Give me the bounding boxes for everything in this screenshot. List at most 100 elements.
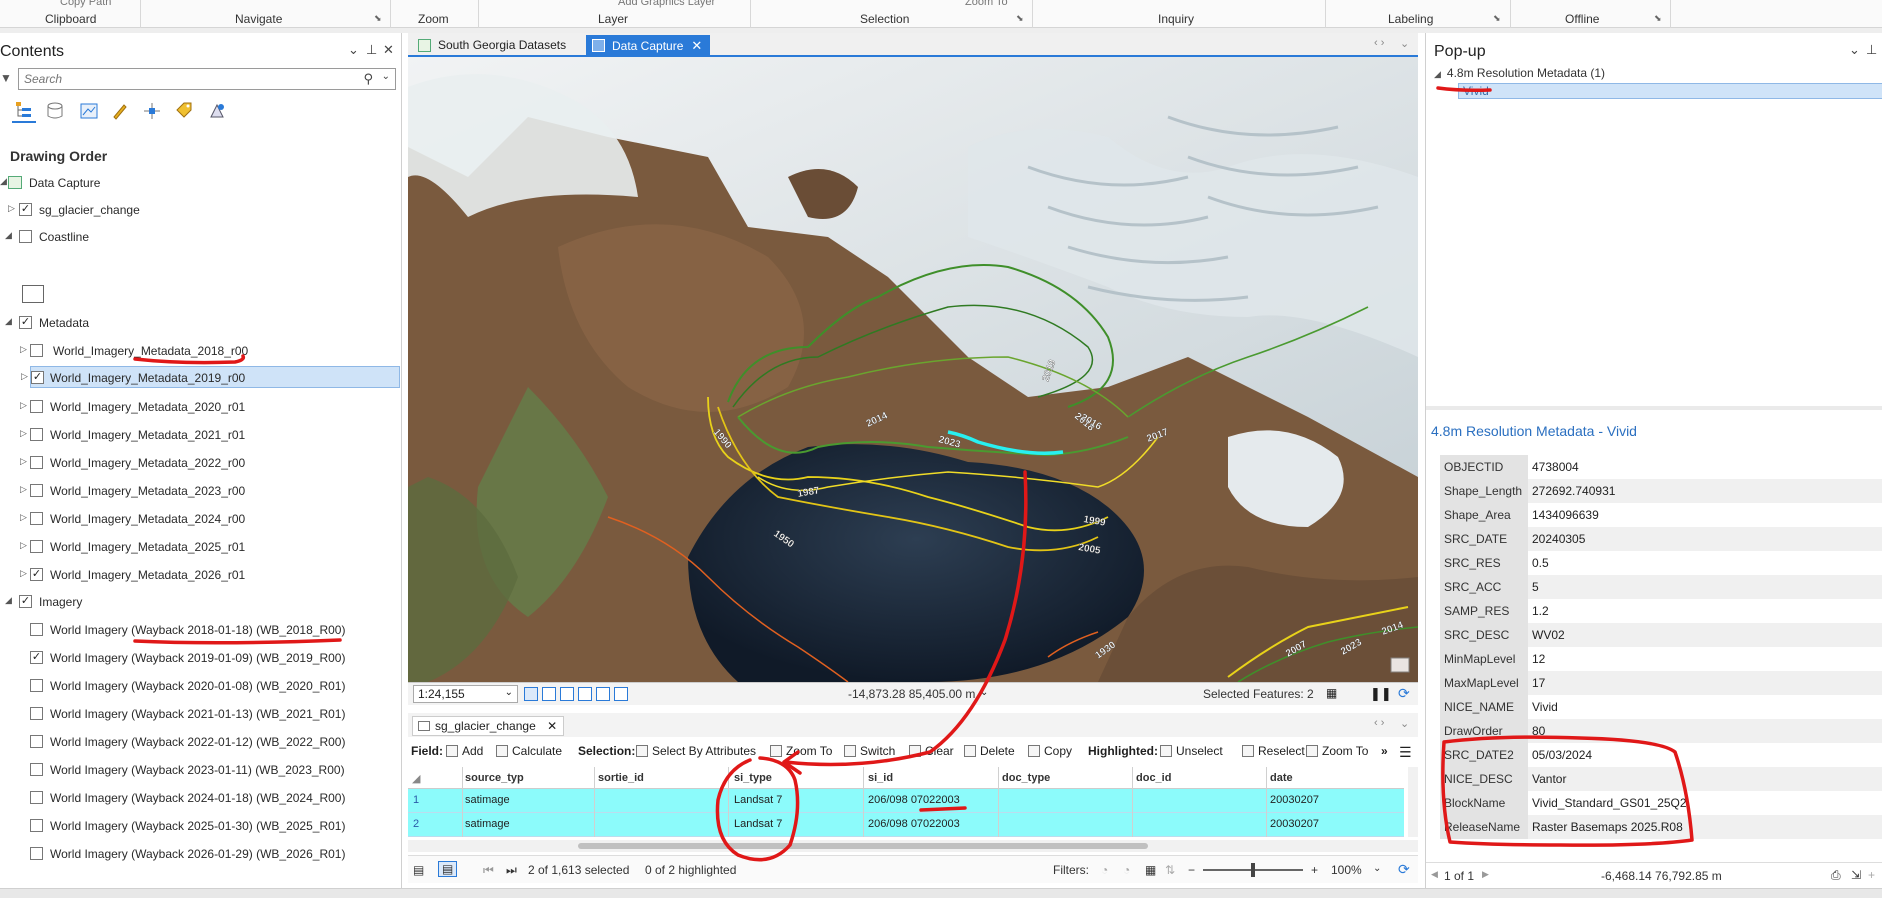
toc-layer-glacier[interactable]: ▷ ✓ sg_glacier_change [0, 199, 402, 221]
toc-group-imagery[interactable]: ◢ ✓ Imagery [0, 591, 402, 613]
reselect-button[interactable]: Reselect [1242, 744, 1305, 758]
toc-layer-coastline[interactable]: ◢ Coastline [0, 226, 402, 248]
toc-metadata-item[interactable]: ▷ World_Imagery_Metadata_2025_r01 [0, 536, 402, 558]
map-view[interactable]: 2014 2019 2018 2016 2017 2023 1987 1999 … [408, 57, 1418, 682]
list-by-selection-icon[interactable] [77, 99, 101, 123]
checkbox[interactable] [30, 428, 43, 441]
row-number[interactable]: 1 [413, 794, 419, 806]
collapse-caret-icon[interactable]: ▷ [20, 400, 27, 411]
popup-feature-node[interactable]: Vivid [1458, 83, 1882, 99]
filter-icon[interactable]: ▼ [0, 71, 12, 85]
checkbox[interactable] [30, 456, 43, 469]
toc-metadata-item[interactable]: ▷ World_Imagery_Metadata_2023_r00 [0, 480, 402, 502]
list-by-snapping-icon[interactable] [140, 99, 164, 123]
grid-toggle-icon[interactable] [524, 687, 538, 701]
close-icon[interactable]: ✕ [547, 719, 557, 733]
table-view-icon[interactable]: ▤ [413, 863, 424, 877]
table-row[interactable]: 1 satimage Landsat 7 206/098 07022003 20… [408, 789, 1404, 813]
row-number[interactable]: 2 [413, 818, 419, 830]
zoom-out-icon[interactable]: − [1188, 863, 1195, 877]
checkbox[interactable] [30, 847, 43, 860]
zoom-slider[interactable] [1203, 863, 1303, 877]
selected-features-count[interactable]: Selected Features: 2 [1203, 687, 1314, 701]
tab-prev-icon[interactable]: ‹ › [1374, 717, 1384, 729]
table-cell[interactable]: satimage [465, 818, 510, 830]
checkbox[interactable] [30, 400, 43, 413]
filter-selection-icon[interactable]: ◔ [1123, 863, 1130, 877]
chevron-down-icon[interactable]: ⌄ [382, 71, 390, 82]
list-by-drawing-order-icon[interactable] [12, 99, 36, 123]
toc-metadata-item[interactable]: ▷ World_Imagery_Metadata_2024_r00 [0, 508, 402, 530]
clear-button[interactable]: Clear [909, 744, 954, 758]
toc-map-data-capture[interactable]: ◢ Data Capture [0, 172, 402, 194]
selected-view-icon[interactable]: ▤ [438, 861, 458, 877]
toc-metadata-item[interactable]: ▷ World_Imagery_Metadata_2021_r01 [0, 424, 402, 446]
popup-divider[interactable] [1426, 406, 1882, 410]
checkbox[interactable] [30, 679, 43, 692]
checkbox[interactable]: ✓ [30, 568, 43, 581]
previous-feature-icon[interactable]: ◀ [1431, 869, 1438, 880]
dialog-launcher-icon[interactable]: ⬊ [1016, 13, 1024, 24]
close-icon[interactable]: ✕ [691, 38, 702, 53]
search-icon[interactable]: ⚲ [363, 71, 373, 87]
select-by-attributes-button[interactable]: Select By Attributes [636, 744, 756, 758]
horizontal-scrollbar[interactable] [408, 840, 1418, 852]
constraint-icon[interactable] [578, 687, 592, 701]
collapse-caret-icon[interactable]: ▷ [20, 456, 27, 467]
table-cell[interactable]: 20030207 [1270, 794, 1319, 806]
column-header[interactable]: source_typ [465, 772, 524, 784]
coastline-symbol-swatch[interactable] [22, 285, 44, 303]
calculate-button[interactable]: Calculate [496, 744, 562, 758]
navigation-icon[interactable] [596, 687, 610, 701]
pin-icon[interactable]: ⊥ [1866, 42, 1877, 58]
table-cell[interactable]: 20030207 [1270, 818, 1319, 830]
tab-data-capture[interactable]: Data Capture ✕ [586, 35, 711, 56]
toc-imagery-item[interactable]: World Imagery (Wayback 2024-01-18) (WB_2… [0, 787, 402, 809]
toc-imagery-item[interactable]: ✓ World Imagery (Wayback 2019-01-09) (WB… [0, 647, 402, 669]
unselect-button[interactable]: Unselect [1160, 744, 1223, 758]
table-cell[interactable]: 206/098 07022003 [868, 818, 960, 830]
more-icon[interactable]: » [1381, 744, 1388, 758]
tab-list-icon[interactable]: ⌄ [1400, 717, 1409, 730]
toc-imagery-item[interactable]: World Imagery (Wayback 2020-01-08) (WB_2… [0, 675, 402, 697]
column-header[interactable]: doc_type [1002, 772, 1050, 784]
expand-caret-icon[interactable]: ◢ [5, 230, 12, 241]
popup-layer-node[interactable]: ◢ 4.8m Resolution Metadata (1) [1434, 66, 1605, 80]
map-tips-icon[interactable] [1390, 657, 1410, 673]
search-input[interactable] [19, 69, 339, 89]
pane-options-icon[interactable]: ⌄ [348, 42, 359, 58]
toc-imagery-item[interactable]: World Imagery (Wayback 2022-01-12) (WB_2… [0, 731, 402, 753]
checkbox[interactable] [19, 230, 32, 243]
delete-button[interactable]: Delete [964, 744, 1015, 758]
add-field-button[interactable]: Add [446, 744, 483, 758]
checkbox[interactable]: ✓ [19, 595, 32, 608]
list-by-editing-icon[interactable] [108, 99, 132, 123]
collapse-caret-icon[interactable]: ▷ [20, 512, 27, 523]
column-header[interactable]: si_id [868, 772, 893, 784]
column-header[interactable]: doc_id [1136, 772, 1171, 784]
checkbox[interactable] [30, 512, 43, 525]
checkbox[interactable] [30, 791, 43, 804]
refresh-options-icon[interactable] [614, 687, 628, 701]
copy-path-faded[interactable]: Copy Path [60, 0, 111, 8]
sort-icon[interactable]: ⇅ [1165, 863, 1175, 877]
checkbox[interactable]: ✓ [31, 371, 44, 384]
table-cell[interactable]: satimage [465, 794, 510, 806]
checkbox[interactable] [30, 623, 43, 636]
table-row[interactable]: 2 satimage Landsat 7 206/098 07022003 20… [408, 813, 1404, 837]
toc-metadata-item-selected[interactable]: ▷ ✓ World_Imagery_Metadata_2019_r00 [21, 366, 400, 388]
collapse-caret-icon[interactable]: ▷ [20, 344, 27, 355]
checkbox[interactable] [30, 707, 43, 720]
table-cell[interactable]: Landsat 7 [734, 794, 782, 806]
checkbox[interactable] [30, 344, 43, 357]
zoom-in-icon[interactable]: + [1311, 863, 1318, 877]
checkbox[interactable]: ✓ [19, 316, 32, 329]
zoom-to-highlighted-button[interactable]: Zoom To [1306, 744, 1368, 758]
toc-imagery-item[interactable]: World Imagery (Wayback 2023-01-11) (WB_2… [0, 759, 402, 781]
collapse-caret-icon[interactable]: ▷ [8, 203, 15, 214]
table-toggle-icon[interactable] [542, 687, 556, 701]
chevron-down-icon[interactable]: ⌄ [980, 687, 988, 698]
zoom-to-button[interactable]: Zoom To [770, 744, 832, 758]
column-header[interactable]: date [1270, 772, 1293, 784]
snap-icon[interactable] [560, 687, 574, 701]
